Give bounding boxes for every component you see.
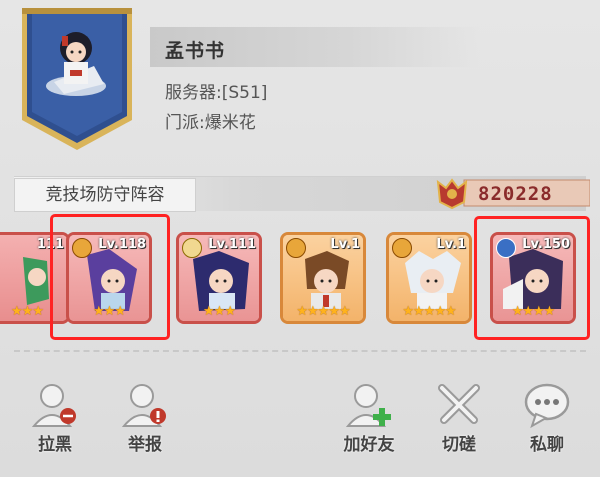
report-user-icon: [121, 384, 166, 427]
chat-bubble-icon: [524, 383, 570, 429]
player-server: 服务器:[S51]: [165, 83, 268, 103]
block-button[interactable]: 拉黑: [20, 378, 90, 458]
message-label: 私聊: [530, 435, 564, 455]
add-friend-label: 加好友: [343, 435, 395, 455]
power-value: 820228: [478, 183, 553, 205]
hero-level: Lv.1: [330, 237, 360, 252]
element-badge-icon: [286, 238, 306, 258]
hero-level: Lv.1: [436, 237, 466, 252]
message-button[interactable]: 私聊: [512, 378, 582, 458]
hero-level: Lv.111: [208, 237, 256, 252]
element-badge-icon: [182, 238, 202, 258]
hero-stars: ★★★★★: [402, 304, 456, 319]
player-name: 孟书书: [165, 40, 226, 62]
report-button[interactable]: 举报: [110, 378, 180, 458]
add-friend-icon: [345, 384, 391, 427]
divider: [14, 350, 586, 352]
hero-stars: ★★★★★: [296, 304, 350, 319]
element-badge-icon: [392, 238, 412, 258]
report-label: 举报: [128, 435, 162, 455]
block-label: 拉黑: [38, 435, 72, 455]
player-faction[interactable]: 门派:爆米花: [165, 108, 256, 133]
hero-stars: ★★★: [203, 304, 236, 319]
section-title: 竞技场防守阵容: [14, 178, 196, 212]
player-avatar[interactable]: [34, 22, 118, 106]
block-user-icon: [31, 384, 76, 427]
duel-label: 切磋: [442, 435, 476, 455]
selection-highlight: [474, 216, 590, 340]
add-friend-button[interactable]: 加好友: [334, 378, 404, 458]
crossed-swords-icon: [438, 384, 480, 424]
hero-portrait: [23, 257, 49, 305]
hero-card[interactable]: Lv.1 ★★★★★: [386, 232, 472, 324]
selection-highlight: [50, 214, 170, 340]
hero-card[interactable]: Lv.1 ★★★★★: [280, 232, 366, 324]
hero-card[interactable]: Lv.111 ★★★: [176, 232, 262, 324]
duel-button[interactable]: 切磋: [424, 378, 494, 458]
